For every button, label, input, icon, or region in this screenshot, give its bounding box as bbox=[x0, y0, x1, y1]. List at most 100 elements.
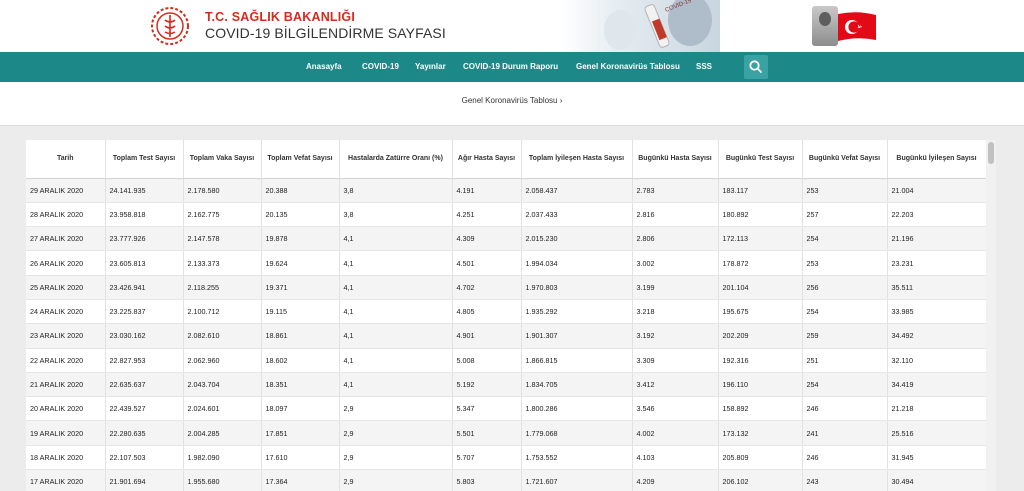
breadcrumb[interactable]: Genel Koronavirüs Tablosu › bbox=[0, 96, 1024, 105]
table-cell: 4,1 bbox=[339, 372, 453, 398]
table-cell: 1.901.307 bbox=[521, 323, 633, 349]
table-scrollbar[interactable] bbox=[986, 140, 996, 491]
portrait-image bbox=[812, 6, 838, 46]
table-cell: 18.351 bbox=[261, 372, 340, 398]
header-tarih[interactable]: Tarih bbox=[26, 140, 106, 179]
table-cell: 3,8 bbox=[339, 178, 453, 203]
table-scrollbar-thumb[interactable] bbox=[988, 142, 994, 164]
table-cell: 22.203 bbox=[887, 202, 986, 228]
table-cell: 1.866.815 bbox=[521, 348, 633, 373]
ministry-logo-icon[interactable] bbox=[150, 6, 190, 46]
table-cell: 23.231 bbox=[887, 250, 986, 276]
table-cell: 17.364 bbox=[261, 469, 340, 491]
coronavirus-table: Tarih Toplam Test Sayısı Toplam Vaka Say… bbox=[26, 140, 986, 491]
table-cell: 201.104 bbox=[718, 275, 803, 300]
table-cell: 2.082.610 bbox=[183, 323, 262, 349]
table-cell: 26 ARALIK 2020 bbox=[26, 250, 106, 276]
table-cell: 2.133.373 bbox=[183, 250, 262, 276]
table-cell: 22.107.503 bbox=[105, 445, 184, 471]
table-header-row: Tarih Toplam Test Sayısı Toplam Vaka Say… bbox=[26, 140, 986, 179]
header-bugunku-hasta[interactable]: Bugünkü Hasta Sayısı bbox=[632, 140, 719, 179]
table-cell: 253 bbox=[802, 178, 888, 203]
table-cell: 4,1 bbox=[339, 250, 453, 276]
covid-sample-image-icon: COVID-19 bbox=[560, 0, 720, 52]
table-cell: 4,1 bbox=[339, 299, 453, 325]
table-cell: 192.316 bbox=[718, 348, 803, 373]
page-title: COVID-19 BİLGİLENDİRME SAYFASI bbox=[205, 25, 446, 41]
header-toplam-test[interactable]: Toplam Test Sayısı bbox=[105, 140, 184, 179]
nav-item-yayinlar[interactable]: Yayınlar bbox=[415, 52, 446, 82]
table-cell: 21.218 bbox=[887, 396, 986, 422]
table-cell: 4,1 bbox=[339, 348, 453, 373]
header-bugunku-vefat[interactable]: Bugünkü Vefat Sayısı bbox=[802, 140, 888, 179]
nav-item-durum-raporu[interactable]: COVID-19 Durum Raporu bbox=[463, 52, 558, 82]
table-cell: 1.779.068 bbox=[521, 420, 633, 446]
table-cell: 205.809 bbox=[718, 445, 803, 471]
table-cell: 5.501 bbox=[452, 420, 522, 446]
table-cell: 23.030.162 bbox=[105, 323, 184, 349]
table-cell: 23 ARALIK 2020 bbox=[26, 323, 106, 349]
table-cell: 4.501 bbox=[452, 250, 522, 276]
table-row: 17 ARALIK 2020 21.901.694 1.955.680 17.364 2… bbox=[26, 469, 986, 491]
table-cell: 2.178.580 bbox=[183, 178, 262, 203]
table-cell: 2,9 bbox=[339, 445, 453, 471]
table-cell: 254 bbox=[802, 372, 888, 398]
header-zaturre-orani[interactable]: Hastalarda Zatürre Oranı (%) bbox=[339, 140, 453, 179]
table-cell: 23.225.837 bbox=[105, 299, 184, 325]
table-cell: 30.494 bbox=[887, 469, 986, 491]
table-row: 22 ARALIK 2020 22.827.953 2.062.960 18.602 4… bbox=[26, 348, 986, 373]
table-cell: 18.861 bbox=[261, 323, 340, 349]
table-cell: 22.827.953 bbox=[105, 348, 184, 373]
table-cell: 19.624 bbox=[261, 250, 340, 276]
table-cell: 17.851 bbox=[261, 420, 340, 446]
table-cell: 3.218 bbox=[632, 299, 719, 325]
table-cell: 24.141.935 bbox=[105, 178, 184, 203]
table-row: 20 ARALIK 2020 22.439.527 2.024.601 18.097 2… bbox=[26, 396, 986, 422]
table-cell: 1.955.680 bbox=[183, 469, 262, 491]
nav-item-covid19[interactable]: COVID-19 bbox=[362, 52, 399, 82]
table-cell: 246 bbox=[802, 396, 888, 422]
table-cell: 2.058.437 bbox=[521, 178, 633, 203]
header-agir-hasta[interactable]: Ağır Hasta Sayısı bbox=[452, 140, 522, 179]
table-cell: 20.135 bbox=[261, 202, 340, 228]
table-cell: 23.605.813 bbox=[105, 250, 184, 276]
table-cell: 2.118.255 bbox=[183, 275, 262, 300]
table-cell: 21.004 bbox=[887, 178, 986, 203]
search-button[interactable] bbox=[744, 55, 768, 79]
table-cell: 5.803 bbox=[452, 469, 522, 491]
table-cell: 259 bbox=[802, 323, 888, 349]
table-cell: 25.516 bbox=[887, 420, 986, 446]
table-cell: 4.002 bbox=[632, 420, 719, 446]
header-toplam-vaka[interactable]: Toplam Vaka Sayısı bbox=[183, 140, 262, 179]
table-cell: 4,1 bbox=[339, 226, 453, 252]
table-cell: 257 bbox=[802, 202, 888, 228]
header-bugunku-test[interactable]: Bugünkü Test Sayısı bbox=[718, 140, 803, 179]
table-cell: 183.117 bbox=[718, 178, 803, 203]
table-cell: 180.892 bbox=[718, 202, 803, 228]
table-cell: 5.008 bbox=[452, 348, 522, 373]
table-cell: 23.426.941 bbox=[105, 275, 184, 300]
table-cell: 2.037.433 bbox=[521, 202, 633, 228]
table-cell: 2.147.578 bbox=[183, 226, 262, 252]
table-row: 29 ARALIK 2020 24.141.935 2.178.580 20.388 3… bbox=[26, 178, 986, 203]
nav-item-koronavirus-tablosu[interactable]: Genel Koronavirüs Tablosu bbox=[576, 52, 680, 82]
table-cell: 18.097 bbox=[261, 396, 340, 422]
table-cell: 21 ARALIK 2020 bbox=[26, 372, 106, 398]
table-cell: 19.878 bbox=[261, 226, 340, 252]
table-cell: 3.192 bbox=[632, 323, 719, 349]
table-cell: 4.309 bbox=[452, 226, 522, 252]
table-cell: 22.439.527 bbox=[105, 396, 184, 422]
header-toplam-iyilesen[interactable]: Toplam İyileşen Hasta Sayısı bbox=[521, 140, 633, 179]
nav-item-anasayfa[interactable]: Anasayfa bbox=[306, 52, 342, 82]
table-cell: 2.162.775 bbox=[183, 202, 262, 228]
nav-item-sss[interactable]: SSS bbox=[696, 52, 712, 82]
table-cell: 206.102 bbox=[718, 469, 803, 491]
table-cell: 22.280.635 bbox=[105, 420, 184, 446]
table-cell: 3.002 bbox=[632, 250, 719, 276]
header-bugunku-iyilesen[interactable]: Bugünkü İyileşen Sayısı bbox=[887, 140, 986, 179]
table-cell: 3.412 bbox=[632, 372, 719, 398]
table-cell: 20 ARALIK 2020 bbox=[26, 396, 106, 422]
table-cell: 4,1 bbox=[339, 275, 453, 300]
header-toplam-vefat[interactable]: Toplam Vefat Sayısı bbox=[261, 140, 340, 179]
table-cell: 4.702 bbox=[452, 275, 522, 300]
